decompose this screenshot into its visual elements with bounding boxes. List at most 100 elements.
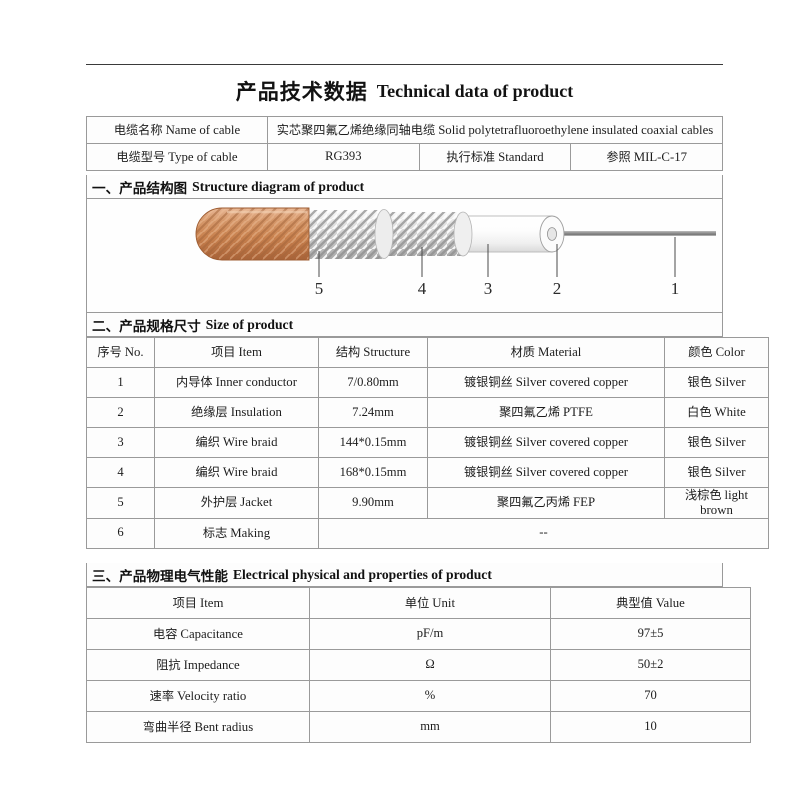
standard-label-en: Standard bbox=[498, 149, 544, 164]
elec-header-unit-en: Unit bbox=[432, 595, 456, 610]
table-row: 电缆名称 Name of cable 实芯聚四氟乙烯绝缘同轴电缆 Solid pol… bbox=[86, 116, 723, 144]
header-color-en: Color bbox=[715, 345, 745, 360]
header-material: 材质 Material bbox=[427, 337, 665, 368]
row-marking-value: -- bbox=[318, 517, 769, 549]
table-row: 速率 Velocity ratio % 70 bbox=[86, 680, 751, 712]
callout-3: 3 bbox=[483, 279, 493, 298]
header-item-cn: 项目 bbox=[211, 345, 236, 360]
row-item-en: Wire braid bbox=[222, 465, 278, 480]
name-value-cell: 实芯聚四氟乙烯绝缘同轴电缆 Solid polytetrafluoroethyle… bbox=[267, 116, 723, 144]
row-no: 3 bbox=[86, 427, 155, 458]
row-material: 镀银铜丝 Silver covered copper bbox=[427, 367, 665, 398]
row-material: 聚四氟乙丙烯 FEP bbox=[427, 487, 665, 519]
row-material-cn: 聚四氟乙烯 bbox=[499, 405, 561, 420]
row-structure: 144*0.15mm bbox=[318, 427, 428, 458]
elec-row-unit: pF/m bbox=[309, 618, 551, 650]
header-color: 颜色 Color bbox=[664, 337, 769, 368]
row-color: 银色 Silver bbox=[664, 367, 769, 398]
row-item: 编织 Wire braid bbox=[154, 457, 319, 488]
name-label-cn: 电缆名称 bbox=[113, 122, 163, 137]
elec-row-item-en: Impedance bbox=[183, 657, 240, 672]
elec-header-value-cn: 典型值 bbox=[616, 595, 653, 610]
row-item-cn: 编织 bbox=[195, 435, 220, 450]
table-row: 4 编织 Wire braid 168*0.15mm 镀银铜丝 Silver cov… bbox=[86, 457, 769, 488]
section-structure-cn: 一、产品结构图 bbox=[92, 180, 188, 197]
elec-header-value-en: Value bbox=[655, 595, 685, 610]
page-title: 产品技术数据 Technical data of product bbox=[86, 72, 723, 110]
type-value-cell: RG393 bbox=[267, 143, 420, 171]
elec-header-item-cn: 项目 bbox=[172, 595, 197, 610]
row-item-cn: 内导体 bbox=[176, 375, 213, 390]
row-material-en: PTFE bbox=[563, 405, 593, 420]
type-label-en: Type of cable bbox=[168, 149, 238, 164]
elec-row-value: 10 bbox=[550, 711, 751, 743]
row-item: 内导体 Inner conductor bbox=[154, 367, 319, 398]
row-color-en: Silver bbox=[714, 465, 746, 480]
row-color-cn: 银色 bbox=[687, 375, 712, 390]
elec-row-unit: % bbox=[309, 680, 551, 712]
table-row: 电容 Capacitance pF/m 97±5 bbox=[86, 618, 751, 650]
elec-header-item: 项目 Item bbox=[86, 587, 310, 619]
table-row: 1 内导体 Inner conductor 7/0.80mm 镀银铜丝 Silver… bbox=[86, 367, 769, 398]
row-item: 标志 Making bbox=[154, 517, 319, 549]
table-header-row: 项目 Item 单位 Unit 典型值 Value bbox=[86, 587, 751, 619]
row-item-en: Insulation bbox=[230, 405, 282, 420]
row-item-cn: 标志 bbox=[202, 525, 228, 540]
row-material-en: FEP bbox=[573, 495, 596, 510]
header-structure-cn: 结构 bbox=[335, 345, 361, 360]
electrical-properties-table: 项目 Item 单位 Unit 典型值 Value 电容 Capacitance pF/… bbox=[86, 587, 751, 743]
row-color-en: Silver bbox=[714, 375, 746, 390]
row-item: 编织 Wire braid bbox=[154, 427, 319, 458]
row-color: 银色 Silver bbox=[664, 427, 769, 458]
row-material: 镀银铜丝 Silver covered copper bbox=[427, 427, 665, 458]
row-no: 5 bbox=[86, 487, 155, 519]
elec-row-item-cn: 速率 bbox=[149, 688, 175, 703]
row-item-cn: 绝缘层 bbox=[191, 405, 228, 420]
elec-row-item-en: Velocity ratio bbox=[177, 688, 247, 703]
section-size-cn: 二、产品规格尺寸 bbox=[92, 318, 201, 335]
table-row: 3 编织 Wire braid 144*0.15mm 镀银铜丝 Silver cov… bbox=[86, 427, 769, 458]
elec-row-unit: Ω bbox=[309, 649, 551, 681]
callout-4: 4 bbox=[417, 279, 427, 298]
row-color: 白色 White bbox=[664, 397, 769, 428]
section-heading-size: 二、产品规格尺寸 Size of product bbox=[86, 313, 723, 337]
row-material-cn: 镀银铜丝 bbox=[463, 465, 513, 480]
outer-jacket bbox=[195, 207, 310, 261]
elec-header-unit-cn: 单位 bbox=[404, 595, 430, 610]
datasheet-page: 产品技术数据 Technical data of product 电缆名称 Nam… bbox=[86, 0, 769, 800]
elec-row-item-cn: 阻抗 bbox=[156, 657, 181, 672]
row-item-cn: 外护层 bbox=[200, 495, 238, 510]
row-material-cn: 镀银铜丝 bbox=[463, 435, 513, 450]
section-structure-en: Structure diagram of product bbox=[192, 178, 365, 194]
elec-row-item-en: Capacitance bbox=[180, 626, 243, 641]
header-no-cn: 序号 bbox=[97, 345, 122, 360]
row-item-cn: 编织 bbox=[195, 465, 220, 480]
standard-value-cell: 参照 MIL-C-17 bbox=[570, 143, 723, 171]
elec-row-item: 电容 Capacitance bbox=[86, 618, 310, 650]
section-heading-structure: 一、产品结构图 Structure diagram of product bbox=[86, 175, 723, 199]
cable-structure-diagram: 5 4 3 2 1 bbox=[86, 199, 723, 313]
row-structure: 9.90mm bbox=[318, 487, 428, 519]
row-material-en: Silver covered copper bbox=[515, 435, 629, 450]
section-size-en: Size of product bbox=[205, 316, 294, 332]
name-label-en: Name of cable bbox=[165, 122, 241, 137]
name-label-cell: 电缆名称 Name of cable bbox=[86, 116, 268, 144]
table-row: 5 外护层 Jacket 9.90mm 聚四氟乙丙烯 FEP 浅棕色 light br… bbox=[86, 487, 769, 519]
coaxial-cable-illustration bbox=[195, 207, 716, 277]
row-no: 1 bbox=[86, 367, 155, 398]
standard-label-cn: 执行标准 bbox=[446, 149, 496, 164]
elec-row-item: 阻抗 Impedance bbox=[86, 649, 310, 681]
table-header-row: 序号 No. 项目 Item 结构 Structure 材质 Material 颜色 Co… bbox=[86, 337, 769, 368]
type-label-cell: 电缆型号 Type of cable bbox=[86, 143, 268, 171]
row-color: 浅棕色 light brown bbox=[664, 487, 769, 519]
section-electrical-cn: 三、产品物理电气性能 bbox=[92, 568, 228, 585]
row-item: 绝缘层 Insulation bbox=[154, 397, 319, 428]
elec-header-value: 典型值 Value bbox=[550, 587, 751, 619]
standard-label-cell: 执行标准 Standard bbox=[418, 143, 572, 171]
elec-row-value: 50±2 bbox=[550, 649, 751, 681]
name-value-cn: 实芯聚四氟乙烯绝缘同轴电缆 bbox=[276, 122, 436, 137]
row-material-en: Silver covered copper bbox=[515, 465, 629, 480]
header-item: 项目 Item bbox=[154, 337, 319, 368]
row-color-cn: 银色 bbox=[687, 435, 712, 450]
row-material: 镀银铜丝 Silver covered copper bbox=[427, 457, 665, 488]
